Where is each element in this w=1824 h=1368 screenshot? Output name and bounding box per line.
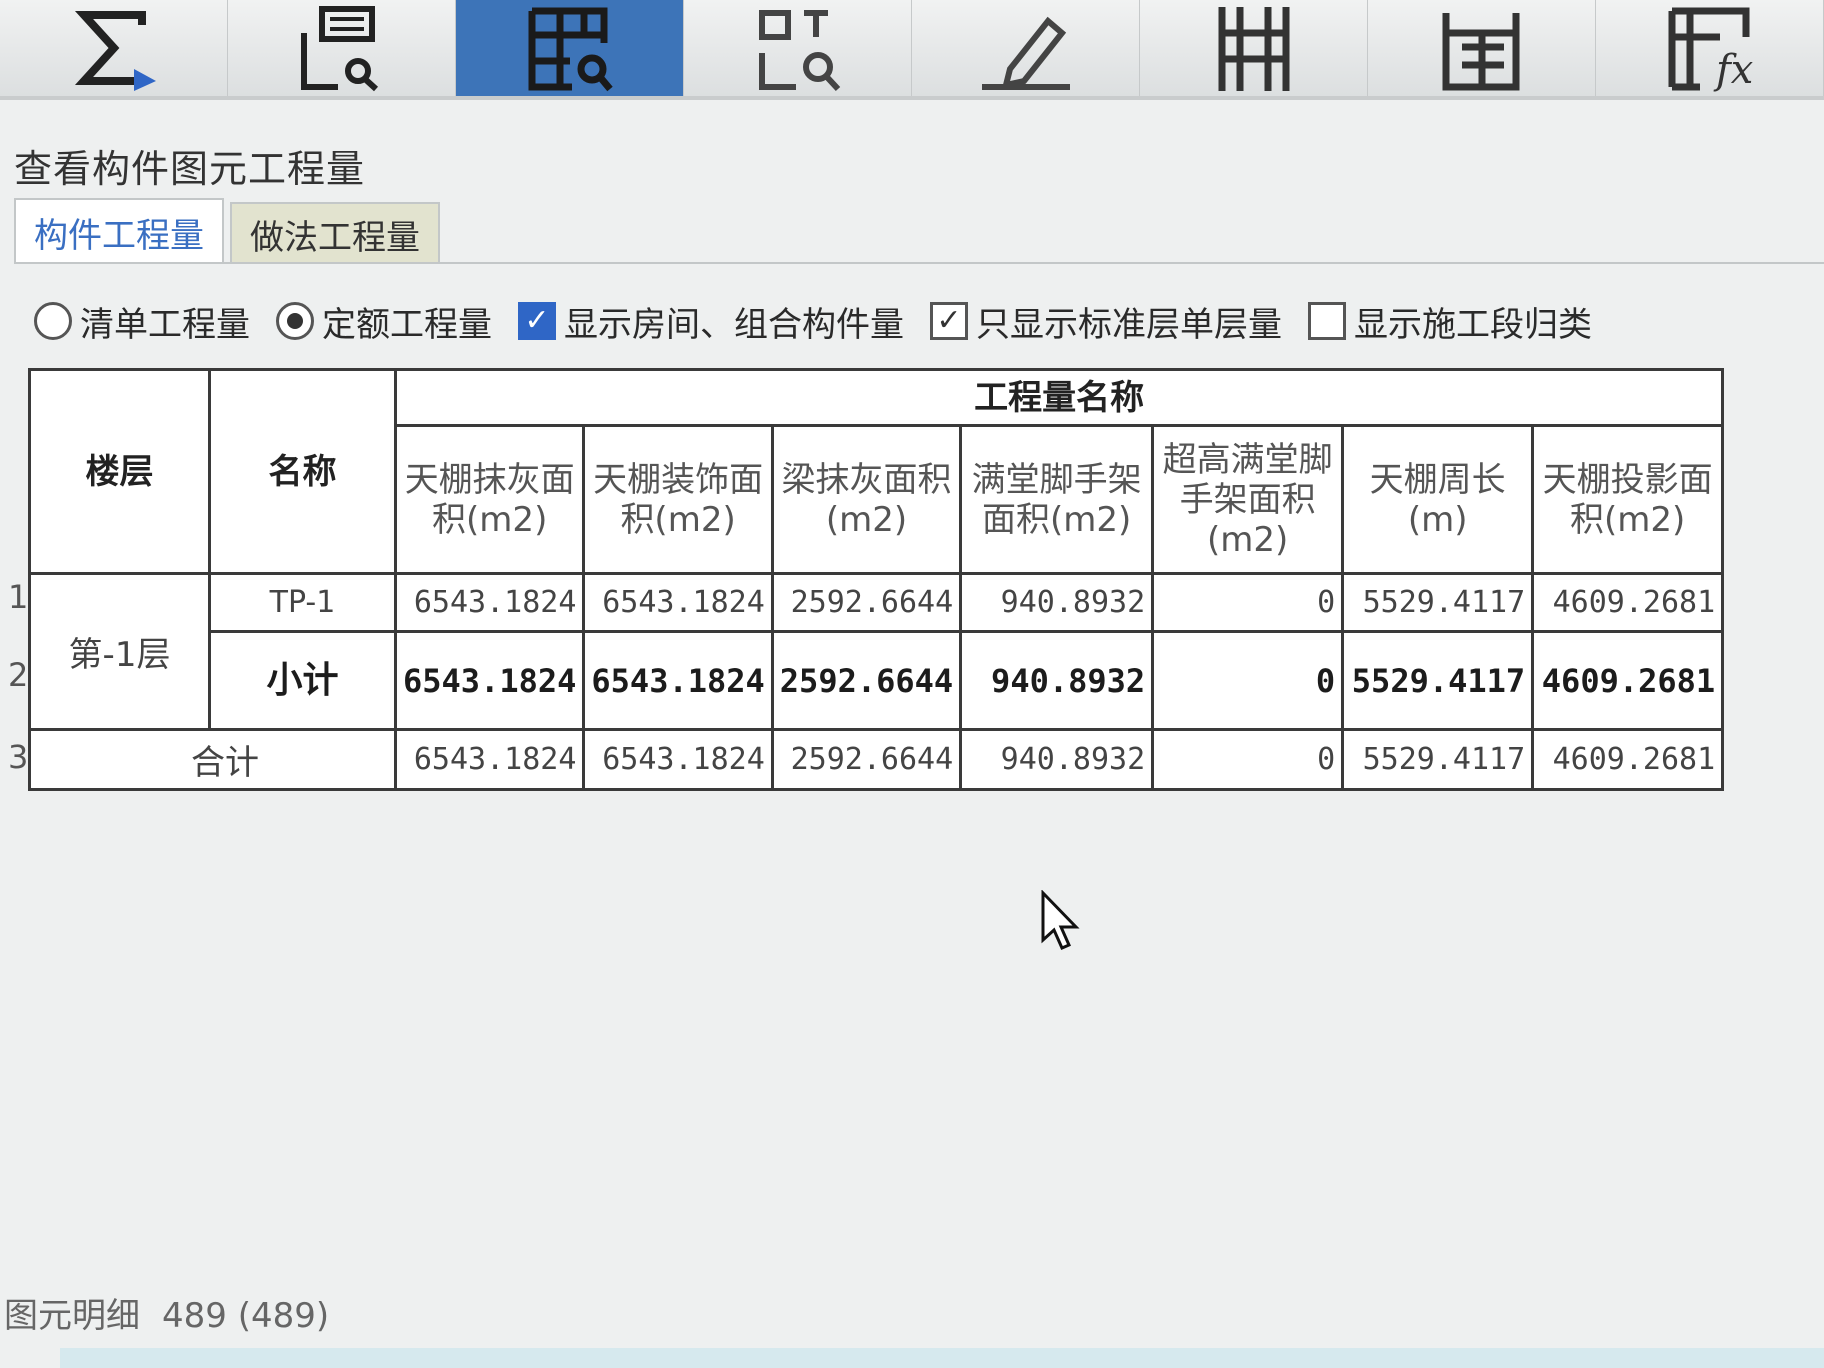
value-cell[interactable]: 6543.1824	[582, 630, 774, 731]
value-cell[interactable]: 2592.6644	[770, 630, 963, 731]
row-number: 1	[8, 578, 29, 616]
value-cell[interactable]: 5529.4117	[1341, 572, 1535, 633]
formula-fx-icon[interactable]: fx	[1596, 0, 1824, 96]
value-cell[interactable]: 4609.2681	[1531, 572, 1725, 633]
value-cell[interactable]: 6543.1824	[393, 572, 586, 633]
header-floor[interactable]: 楼层	[28, 368, 211, 575]
radio-checked-icon[interactable]	[276, 302, 314, 340]
table-search-icon[interactable]	[456, 0, 684, 96]
value-cell[interactable]: 0	[1151, 728, 1345, 791]
radio-quota-label: 定额工程量	[322, 304, 492, 345]
header-name[interactable]: 名称	[208, 368, 397, 575]
calculator-icon[interactable]	[1368, 0, 1596, 96]
checkbox-show-room-label: 显示房间、组合构件量	[564, 304, 904, 345]
value-cell[interactable]: 6543.1824	[582, 728, 774, 791]
panel-title: 查看构件图元工程量	[14, 147, 366, 191]
svg-text:fx: fx	[1713, 47, 1753, 93]
bottom-strip	[60, 1348, 1824, 1368]
checkbox-unchecked-icon[interactable]	[1308, 302, 1346, 340]
value-cell[interactable]: 0	[1151, 630, 1345, 731]
radio-quota-quantity[interactable]: 定额工程量	[276, 297, 492, 346]
header-quantity-group: 工程量名称	[393, 368, 1725, 427]
checkbox-checked-icon[interactable]: ✓	[930, 302, 968, 340]
options-row: 清单工程量 定额工程量 ✓ 显示房间、组合构件量 ✓ 只显示标准层单层量 显示施…	[34, 296, 1618, 346]
name-cell[interactable]: 小计	[208, 630, 397, 731]
radio-unchecked-icon[interactable]	[34, 302, 72, 340]
name-cell[interactable]: TP-1	[208, 572, 397, 633]
checkbox-construction-stage-label: 显示施工段归类	[1354, 304, 1592, 345]
value-cell[interactable]: 940.8932	[959, 728, 1155, 791]
header-column[interactable]: 梁抹灰面积(m2)	[770, 424, 963, 575]
tab-method-quantity[interactable]: 做法工程量	[230, 202, 440, 264]
value-cell[interactable]: 6543.1824	[393, 630, 586, 731]
element-search-icon[interactable]	[684, 0, 912, 96]
pencil-icon[interactable]	[912, 0, 1140, 96]
value-cell[interactable]: 6543.1824	[582, 572, 774, 633]
header-column[interactable]: 天棚投影面积(m2)	[1531, 424, 1725, 575]
sigma-icon[interactable]	[0, 0, 228, 96]
value-cell[interactable]: 5529.4117	[1341, 630, 1535, 731]
columns-icon[interactable]	[1140, 0, 1368, 96]
tab-component-quantity[interactable]: 构件工程量	[14, 198, 224, 264]
row-number: 3	[8, 738, 29, 776]
radio-bill-label: 清单工程量	[80, 304, 250, 345]
tab-bar: 构件工程量 做法工程量	[14, 198, 446, 264]
row-number: 2	[8, 656, 29, 694]
quantity-table: 楼层 名称 工程量名称 天棚抹灰面积(m2) 天棚装饰面积(m2) 梁抹灰面积(…	[28, 368, 1725, 791]
value-cell[interactable]: 5529.4117	[1341, 728, 1535, 791]
element-detail-footer: 图元明细 489 (489)	[4, 1288, 351, 1337]
footer-label: 图元明细	[4, 1296, 140, 1336]
checkbox-standard-layer[interactable]: ✓ 只显示标准层单层量	[930, 297, 1282, 346]
checkbox-standard-layer-label: 只显示标准层单层量	[976, 304, 1282, 345]
radio-bill-quantity[interactable]: 清单工程量	[34, 297, 250, 346]
value-cell[interactable]: 2592.6644	[770, 728, 963, 791]
tab-content-border	[14, 262, 1824, 264]
table-row[interactable]: 小计 6543.1824 6543.1824 2592.6644 940.893…	[30, 630, 1725, 731]
value-cell[interactable]: 940.8932	[959, 630, 1155, 731]
toolbar: fx	[0, 0, 1824, 100]
value-cell[interactable]: 4609.2681	[1531, 728, 1725, 791]
checkbox-construction-stage[interactable]: 显示施工段归类	[1308, 297, 1592, 346]
header-column[interactable]: 满堂脚手架面积(m2)	[959, 424, 1155, 575]
checkbox-show-room[interactable]: ✓ 显示房间、组合构件量	[518, 297, 904, 346]
header-column[interactable]: 天棚装饰面积(m2)	[582, 424, 774, 575]
checkbox-checked-icon[interactable]: ✓	[518, 302, 556, 340]
value-cell[interactable]: 2592.6644	[770, 572, 963, 633]
mouse-cursor-icon	[1041, 890, 1080, 950]
view-grid-search-icon[interactable]	[228, 0, 456, 96]
value-cell[interactable]: 940.8932	[959, 572, 1155, 633]
total-cell[interactable]: 合计	[28, 728, 397, 791]
table-row[interactable]: 合计 6543.1824 6543.1824 2592.6644 940.893…	[28, 728, 1725, 791]
value-cell[interactable]: 4609.2681	[1531, 630, 1725, 731]
table-row[interactable]: 第-1层 TP-1 6543.1824 6543.1824 2592.6644 …	[28, 572, 1725, 731]
value-cell[interactable]: 0	[1151, 572, 1345, 633]
header-column[interactable]: 天棚周长(m)	[1341, 424, 1535, 575]
header-column[interactable]: 超高满堂脚手架面积(m2)	[1151, 424, 1345, 575]
floor-cell[interactable]: 第-1层	[28, 572, 211, 731]
header-column[interactable]: 天棚抹灰面积(m2)	[393, 424, 586, 575]
value-cell[interactable]: 6543.1824	[393, 728, 586, 791]
footer-count: 489 (489)	[162, 1296, 330, 1336]
